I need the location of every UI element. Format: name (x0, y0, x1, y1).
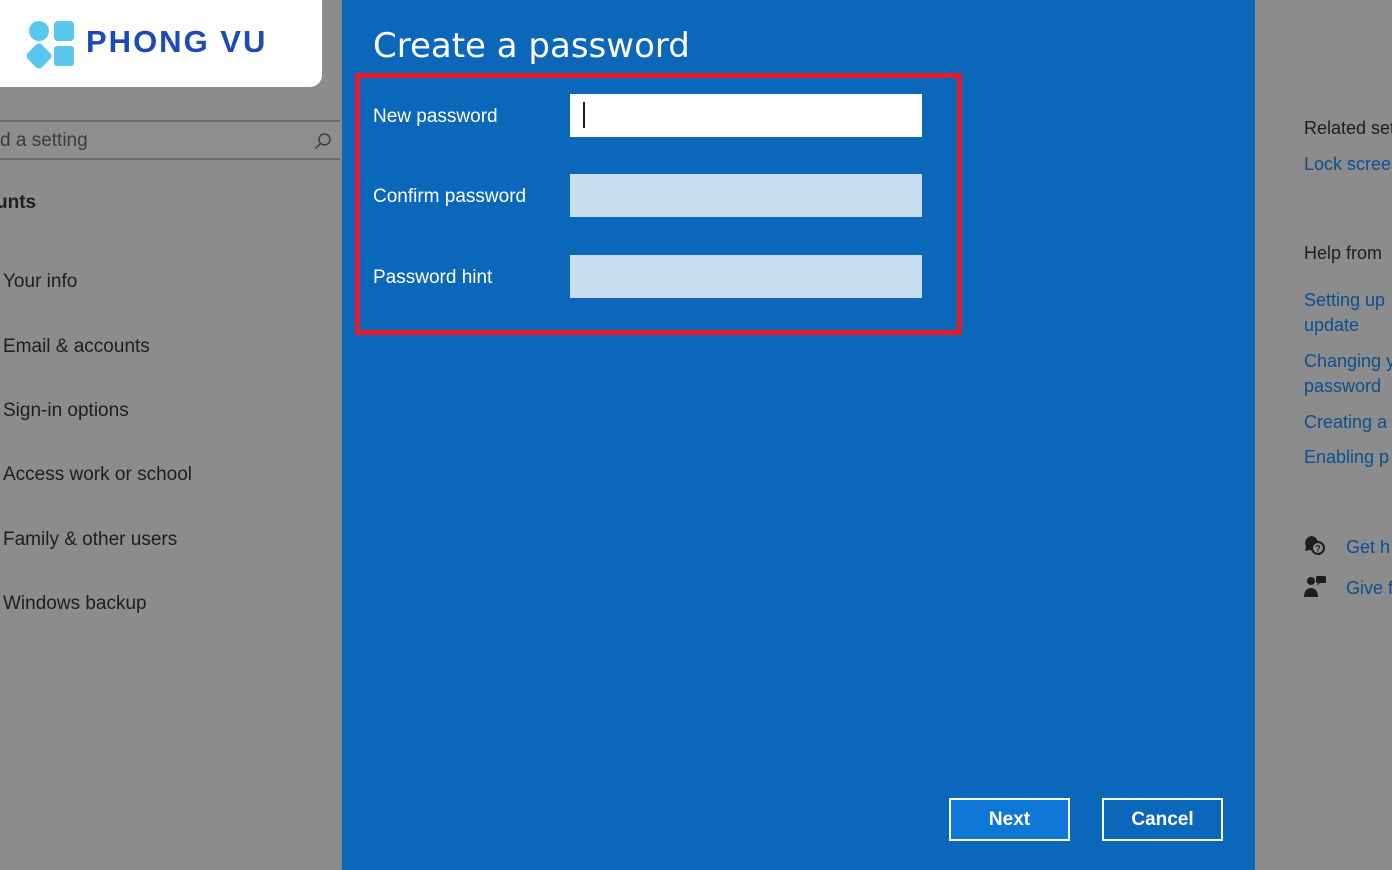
help-link-setting-up[interactable]: Setting up update (1304, 288, 1385, 338)
nav-item-windows-backup[interactable]: Windows backup (3, 593, 147, 615)
related-settings-pane: Related set Lock screen Help from Settin… (1255, 0, 1392, 870)
new-password-label: New password (373, 106, 498, 127)
nav-item-email-accounts[interactable]: Email & accounts (3, 336, 150, 358)
nav-item-access-work-school[interactable]: Access work or school (3, 464, 192, 486)
help-link-creating[interactable]: Creating a (1304, 410, 1387, 435)
help-link-line: Creating a (1304, 412, 1388, 432)
create-password-dialog: Create a password New password Confirm p… (342, 0, 1255, 870)
nav-item-family-other-users[interactable]: Family & other users (3, 529, 177, 551)
search-placeholder: d a setting (0, 130, 88, 151)
help-link-line: Enabling p (1304, 447, 1390, 467)
brand-logo: PHONG VU (0, 0, 322, 87)
related-settings-heading: Related set (1304, 118, 1392, 138)
help-link-line: update (1304, 315, 1360, 335)
help-link-line: password (1304, 376, 1382, 396)
help-link-line: Setting up (1304, 290, 1386, 310)
get-help-link[interactable]: Get h (1346, 535, 1390, 560)
give-feedback-icon (1304, 576, 1326, 597)
section-title-accounts: unts (0, 192, 37, 213)
password-hint-input[interactable] (570, 255, 922, 298)
settings-search-input[interactable]: d a setting (0, 120, 340, 160)
settings-nav-pane: d a setting unts Your info Email & accou… (0, 0, 342, 870)
help-link-line: Changing y (1304, 351, 1392, 371)
get-help-icon: ? (1305, 536, 1325, 555)
password-hint-label: Password hint (373, 267, 493, 288)
brand-logo-text: PHONG VU (86, 24, 268, 59)
help-link-changing-password[interactable]: Changing y password (1304, 349, 1392, 399)
new-password-input[interactable] (570, 94, 922, 137)
help-from-web-heading: Help from (1304, 243, 1383, 263)
confirm-password-input[interactable] (570, 174, 922, 217)
brand-logo-mark-icon (27, 21, 74, 69)
search-icon[interactable] (314, 132, 332, 150)
svg-text:?: ? (1315, 544, 1321, 554)
nav-item-your-info[interactable]: Your info (3, 271, 77, 293)
next-button[interactable]: Next (949, 798, 1070, 841)
nav-item-sign-in-options[interactable]: Sign-in options (3, 400, 129, 422)
text-caret (583, 102, 585, 128)
help-link-enabling[interactable]: Enabling p (1304, 445, 1389, 470)
confirm-password-label: Confirm password (373, 186, 527, 207)
dialog-title: Create a password (373, 26, 690, 66)
give-feedback-link[interactable]: Give f (1346, 576, 1392, 601)
cancel-button[interactable]: Cancel (1102, 798, 1223, 841)
lock-screen-link[interactable]: Lock screen (1304, 152, 1392, 177)
